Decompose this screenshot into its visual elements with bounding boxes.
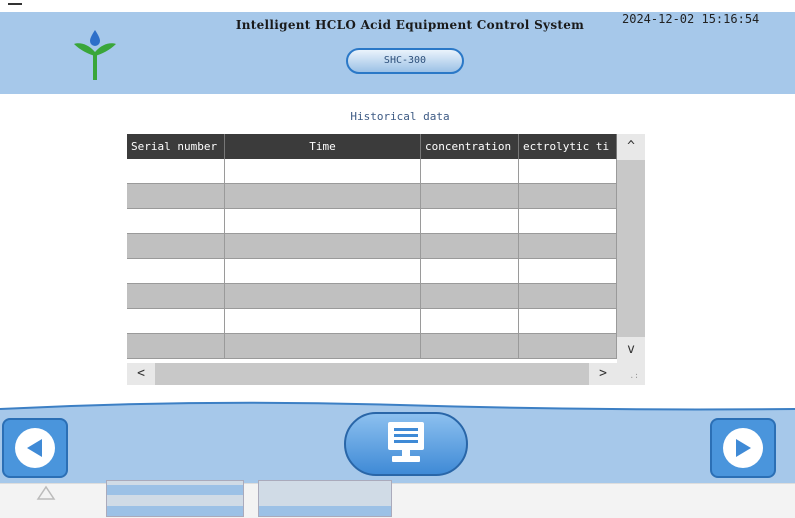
- table-cell: [127, 259, 225, 284]
- table-row[interactable]: [127, 259, 617, 284]
- table-row[interactable]: [127, 159, 617, 184]
- table-cell: [519, 309, 617, 334]
- table-cell: [225, 284, 421, 309]
- column-header-time[interactable]: Time: [225, 134, 421, 159]
- table-cell: [421, 334, 519, 359]
- table-cell: [127, 309, 225, 334]
- table-cell: [225, 334, 421, 359]
- top-strip: [0, 0, 795, 12]
- model-badge: SHC-300: [346, 48, 464, 74]
- history-table: Serial number Time concentration ectroly…: [127, 134, 617, 359]
- table-row[interactable]: [127, 209, 617, 234]
- column-header-electrolytic-time[interactable]: ectrolytic ti: [519, 134, 617, 159]
- table-cell: [519, 334, 617, 359]
- table-cell: [127, 184, 225, 209]
- table-cell: [519, 284, 617, 309]
- home-button[interactable]: [344, 412, 468, 476]
- table-cell: [225, 234, 421, 259]
- table-cell: [225, 259, 421, 284]
- prev-page-button[interactable]: [2, 418, 68, 478]
- table-cell: [127, 284, 225, 309]
- table-cell: [421, 284, 519, 309]
- table-row[interactable]: [127, 234, 617, 259]
- table-cell: [421, 159, 519, 184]
- table-row[interactable]: [127, 334, 617, 359]
- right-arrow-icon: [723, 428, 763, 468]
- monitor-icon: [388, 422, 424, 462]
- table-cell: [421, 234, 519, 259]
- table-cell: [421, 209, 519, 234]
- table-row[interactable]: [127, 284, 617, 309]
- horizontal-scrollbar[interactable]: < >: [127, 363, 617, 385]
- next-page-button[interactable]: [710, 418, 776, 478]
- table-cell: [127, 234, 225, 259]
- table-cell: [421, 184, 519, 209]
- scrollbar-corner: .:: [617, 363, 645, 385]
- table-cell: [127, 209, 225, 234]
- table-cell: [225, 184, 421, 209]
- window-menu-icon[interactable]: [8, 3, 22, 5]
- table-cell: [127, 159, 225, 184]
- table-cell: [127, 334, 225, 359]
- page-thumbnail[interactable]: [106, 480, 244, 517]
- scroll-right-button[interactable]: >: [589, 363, 617, 385]
- table-cell: [519, 209, 617, 234]
- logo-icon: [74, 30, 116, 80]
- app-title: Intelligent HCLO Acid Equipment Control …: [235, 18, 585, 32]
- table-header: Serial number Time concentration ectroly…: [127, 134, 617, 159]
- scroll-down-button[interactable]: v: [617, 337, 645, 363]
- cursor-icon: [36, 485, 56, 500]
- scroll-left-button[interactable]: <: [127, 363, 155, 385]
- table-cell: [519, 159, 617, 184]
- scroll-up-button[interactable]: ^: [617, 134, 645, 160]
- table-cell: [519, 184, 617, 209]
- column-header-serial[interactable]: Serial number: [127, 134, 225, 159]
- table-cell: [225, 309, 421, 334]
- section-title: Historical data: [350, 110, 450, 123]
- table-cell: [225, 159, 421, 184]
- table-cell: [421, 259, 519, 284]
- vertical-scrollbar[interactable]: ^ v: [617, 134, 645, 363]
- table-cell: [519, 259, 617, 284]
- page-thumbnail[interactable]: [258, 480, 392, 517]
- left-arrow-icon: [15, 428, 55, 468]
- table-row[interactable]: [127, 309, 617, 334]
- table-row[interactable]: [127, 184, 617, 209]
- table-cell: [225, 209, 421, 234]
- datetime: 2024-12-02 15:16:54: [622, 12, 760, 26]
- table-cell: [421, 309, 519, 334]
- column-header-concentration[interactable]: concentration: [421, 134, 519, 159]
- table-cell: [519, 234, 617, 259]
